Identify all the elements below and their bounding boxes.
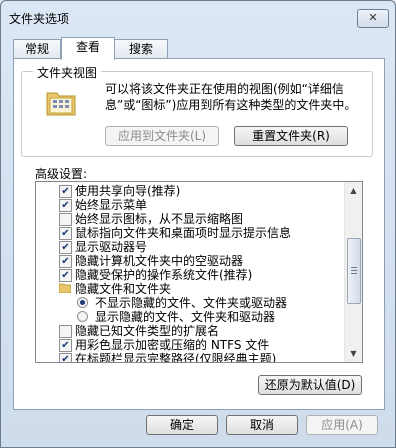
folder-views-description: 可以将该文件夹正在使用的视图(例如“详细信息”或“图标”)应用到所有这种类型的文… <box>105 82 357 112</box>
setting-label: 隐藏已知文件类型的扩展名 <box>75 324 220 338</box>
checkbox-checked[interactable]: ✔ <box>59 269 72 282</box>
apply-to-folders-label: 应用到文件夹(L) <box>117 129 207 143</box>
folder-options-dialog: 文件夹选项 ✕ 常规 查看 搜索 文件夹视图 可以将该文件夹正在使用的视图(例如… <box>0 0 396 448</box>
close-button[interactable]: ✕ <box>357 9 389 28</box>
radio-selected[interactable] <box>77 297 88 308</box>
reset-folders-button[interactable]: 重置文件夹(R) <box>234 126 348 146</box>
checkbox-unchecked[interactable] <box>59 325 72 338</box>
window-title: 文件夹选项 <box>9 12 70 26</box>
setting-label: 始终显示菜单 <box>75 198 148 212</box>
setting-label: 隐藏文件和文件夹 <box>75 282 172 296</box>
tab-view-label: 查看 <box>75 40 100 54</box>
setting-label: 始终显示图标，从不显示缩略图 <box>75 212 244 226</box>
cancel-button[interactable]: 取消 <box>226 415 298 435</box>
ok-button[interactable]: 确定 <box>146 415 218 435</box>
checkbox-checked[interactable]: ✔ <box>59 353 72 362</box>
tab-general-label: 常规 <box>24 42 49 56</box>
checkbox-checked[interactable]: ✔ <box>59 185 72 198</box>
advanced-settings-label: 高级设置: <box>35 167 88 181</box>
setting-label: 使用共享向导(推荐) <box>75 184 181 198</box>
grip-line <box>351 267 357 268</box>
checkbox-checked[interactable]: ✔ <box>59 227 72 240</box>
grip-line <box>351 270 357 271</box>
tab-search-label: 搜索 <box>128 42 153 56</box>
tab-search[interactable]: 搜索 <box>114 39 168 59</box>
apply-to-folders-button[interactable]: 应用到文件夹(L) <box>105 126 219 146</box>
setting-label: 不显示隐藏的文件、文件夹或驱动器 <box>95 296 288 310</box>
setting-label: 隐藏计算机文件夹中的空驱动器 <box>75 254 244 268</box>
tab-general[interactable]: 常规 <box>13 39 61 59</box>
tab-view[interactable]: 查看 <box>61 37 115 60</box>
setting-label: 隐藏受保护的操作系统文件(推荐) <box>75 268 253 282</box>
restore-defaults-label: 还原为默认值(D) <box>264 378 356 392</box>
vertical-scrollbar[interactable]: ▲ ▼ <box>344 182 362 362</box>
grip-line <box>351 273 357 274</box>
scroll-thumb[interactable] <box>347 238 361 304</box>
scroll-up-arrow-icon[interactable]: ▲ <box>345 182 362 199</box>
apply-label: 应用(A) <box>321 418 363 432</box>
folder-view-icon <box>46 92 76 116</box>
folder-icon <box>59 283 71 293</box>
setting-label: 显示驱动器号 <box>75 240 148 254</box>
setting-label: 显示隐藏的文件、文件夹和驱动器 <box>95 310 276 324</box>
close-icon: ✕ <box>368 11 378 24</box>
checkbox-checked[interactable]: ✔ <box>59 199 72 212</box>
radio-unselected[interactable] <box>77 311 88 322</box>
setting-label: 在标题栏显示完整路径(仅限经典主题) <box>75 352 277 363</box>
checkbox-checked[interactable]: ✔ <box>59 339 72 352</box>
setting-label: 鼠标指向文件夹和桌面项时显示提示信息 <box>75 226 292 240</box>
checkbox-unchecked[interactable] <box>59 213 72 226</box>
restore-defaults-button[interactable]: 还原为默认值(D) <box>258 375 362 395</box>
ok-label: 确定 <box>169 418 194 432</box>
apply-button[interactable]: 应用(A) <box>306 415 378 435</box>
title-bar: 文件夹选项 ✕ <box>1 1 395 35</box>
folder-views-title: 文件夹视图 <box>33 64 102 81</box>
checkbox-checked[interactable]: ✔ <box>59 255 72 268</box>
reset-folders-label: 重置文件夹(R) <box>252 129 330 143</box>
checkbox-checked[interactable]: ✔ <box>59 241 72 254</box>
setting-label: 用彩色显示加密或压缩的 NTFS 文件 <box>75 338 270 352</box>
scroll-down-arrow-icon[interactable]: ▼ <box>345 345 362 362</box>
cancel-label: 取消 <box>249 418 274 432</box>
advanced-settings-list[interactable]: ✔ 使用共享向导(推荐) ✔ 始终显示菜单 始终显示图标，从不显示缩略图 ✔ 鼠标指向文件夹… <box>35 181 363 363</box>
